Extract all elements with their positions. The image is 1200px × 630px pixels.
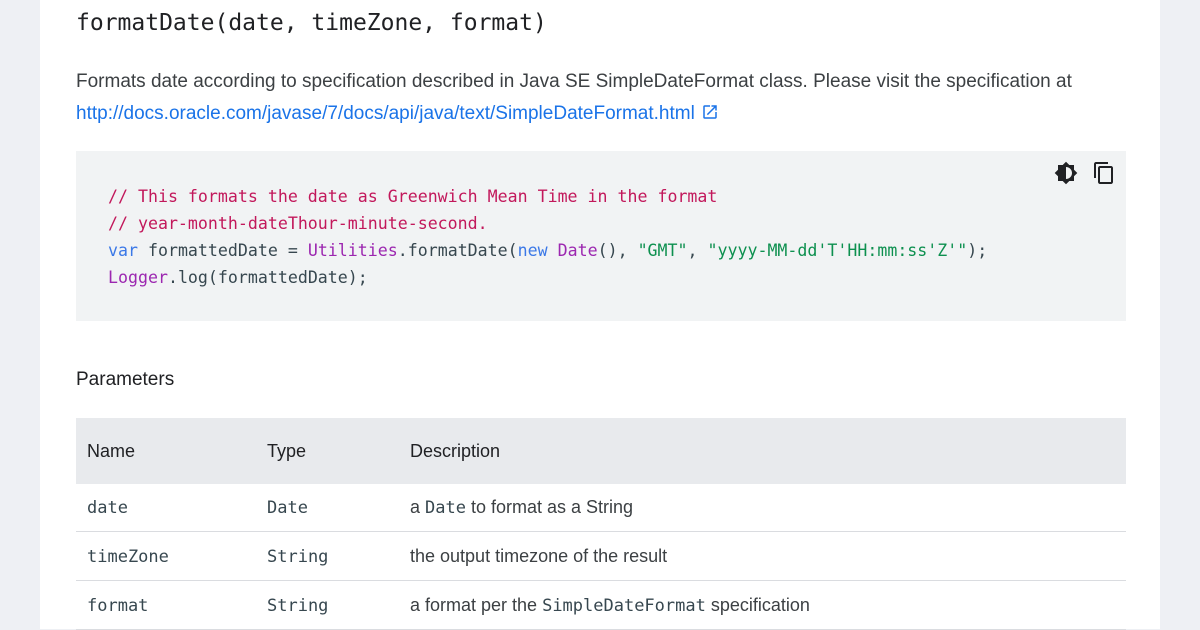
- copy-icon[interactable]: [1092, 161, 1116, 185]
- code-plain: (),: [597, 241, 638, 260]
- param-name-code: date: [87, 498, 128, 518]
- external-link-icon[interactable]: [701, 103, 719, 121]
- method-signature: formatDate(date, timeZone, format): [76, 10, 547, 36]
- dark-theme-toggle-button[interactable]: [1054, 161, 1078, 185]
- param-name-code: format: [87, 595, 149, 616]
- parameters-heading: Parameters: [76, 369, 175, 390]
- code-toolbar: [1054, 161, 1116, 185]
- code-plain: .formatDate(: [397, 241, 518, 260]
- param-description: a format per the SimpleDateFormat specif…: [399, 580, 1126, 630]
- table-row: date Date a Date to format as a String: [76, 484, 1126, 532]
- code-text: // This formats the date as Greenwich Me…: [108, 183, 987, 291]
- table-row: timeZone String the output timezone of t…: [76, 531, 1126, 581]
- code-plain: formattedDate =: [137, 241, 308, 260]
- param-description-code: SimpleDateFormat: [542, 595, 706, 616]
- param-description-text: a format per the: [410, 594, 543, 615]
- link-text[interactable]: http://docs.oracle.com/javase/7/docs/api…: [76, 103, 695, 124]
- param-type-code: Date: [267, 498, 308, 518]
- parameters-table: Name Type Description date Date a Date t…: [76, 418, 1126, 630]
- param-type-code: String: [267, 595, 329, 616]
- param-description: a Date to format as a String: [399, 484, 1126, 532]
- column-header-description: Description: [399, 418, 1126, 484]
- code-plain: [548, 241, 558, 260]
- dark-theme-toggle-icon[interactable]: [1054, 161, 1078, 185]
- code-comment: // year-month-dateThour-minute-second.: [108, 214, 488, 233]
- method-description: Formats date according to specification …: [76, 66, 1126, 130]
- code-type: Date: [557, 241, 598, 260]
- param-name: format: [76, 580, 256, 630]
- param-description: the output timezone of the result: [399, 531, 1126, 581]
- code-keyword: var: [108, 241, 138, 260]
- code-comment: // This formats the date as Greenwich Me…: [108, 187, 718, 206]
- simpledateformat-doc-link[interactable]: http://docs.oracle.com/javase/7/docs/api…: [76, 103, 719, 124]
- table-header-row: Name Type Description: [76, 418, 1126, 484]
- code-type: Logger: [108, 268, 168, 287]
- code-plain: ,: [687, 241, 708, 260]
- param-description-text: to format as a String: [465, 497, 634, 517]
- table-row: format String a format per the SimpleDat…: [76, 580, 1126, 630]
- code-plain: .log(formattedDate);: [167, 268, 368, 287]
- param-name: timeZone: [76, 531, 256, 581]
- param-type: Date: [256, 484, 399, 532]
- param-name: date: [76, 484, 256, 532]
- description-text: Formats date according to specification …: [76, 71, 1072, 92]
- column-header-name: Name: [76, 418, 256, 484]
- code-sample: // This formats the date as Greenwich Me…: [76, 151, 1126, 321]
- param-type-code: String: [267, 546, 329, 567]
- code-plain: );: [967, 241, 988, 260]
- code-string: "yyyy-MM-dd'T'HH:mm:ss'Z'": [707, 241, 968, 260]
- copy-code-button[interactable]: [1092, 161, 1116, 185]
- code-type: Utilities: [307, 241, 398, 260]
- param-description-code: Date: [425, 498, 466, 518]
- column-header-type: Type: [256, 418, 399, 484]
- param-name-code: timeZone: [87, 546, 169, 567]
- param-description-text: a: [410, 497, 426, 517]
- param-type: String: [256, 580, 399, 630]
- code-keyword: new: [517, 241, 548, 260]
- param-description-text: the output timezone of the result: [410, 545, 668, 566]
- param-type: String: [256, 531, 399, 581]
- code-string: "GMT": [637, 241, 688, 260]
- documentation-page: formatDate(date, timeZone, format) Forma…: [40, 0, 1160, 630]
- param-description-text: specification: [705, 594, 810, 615]
